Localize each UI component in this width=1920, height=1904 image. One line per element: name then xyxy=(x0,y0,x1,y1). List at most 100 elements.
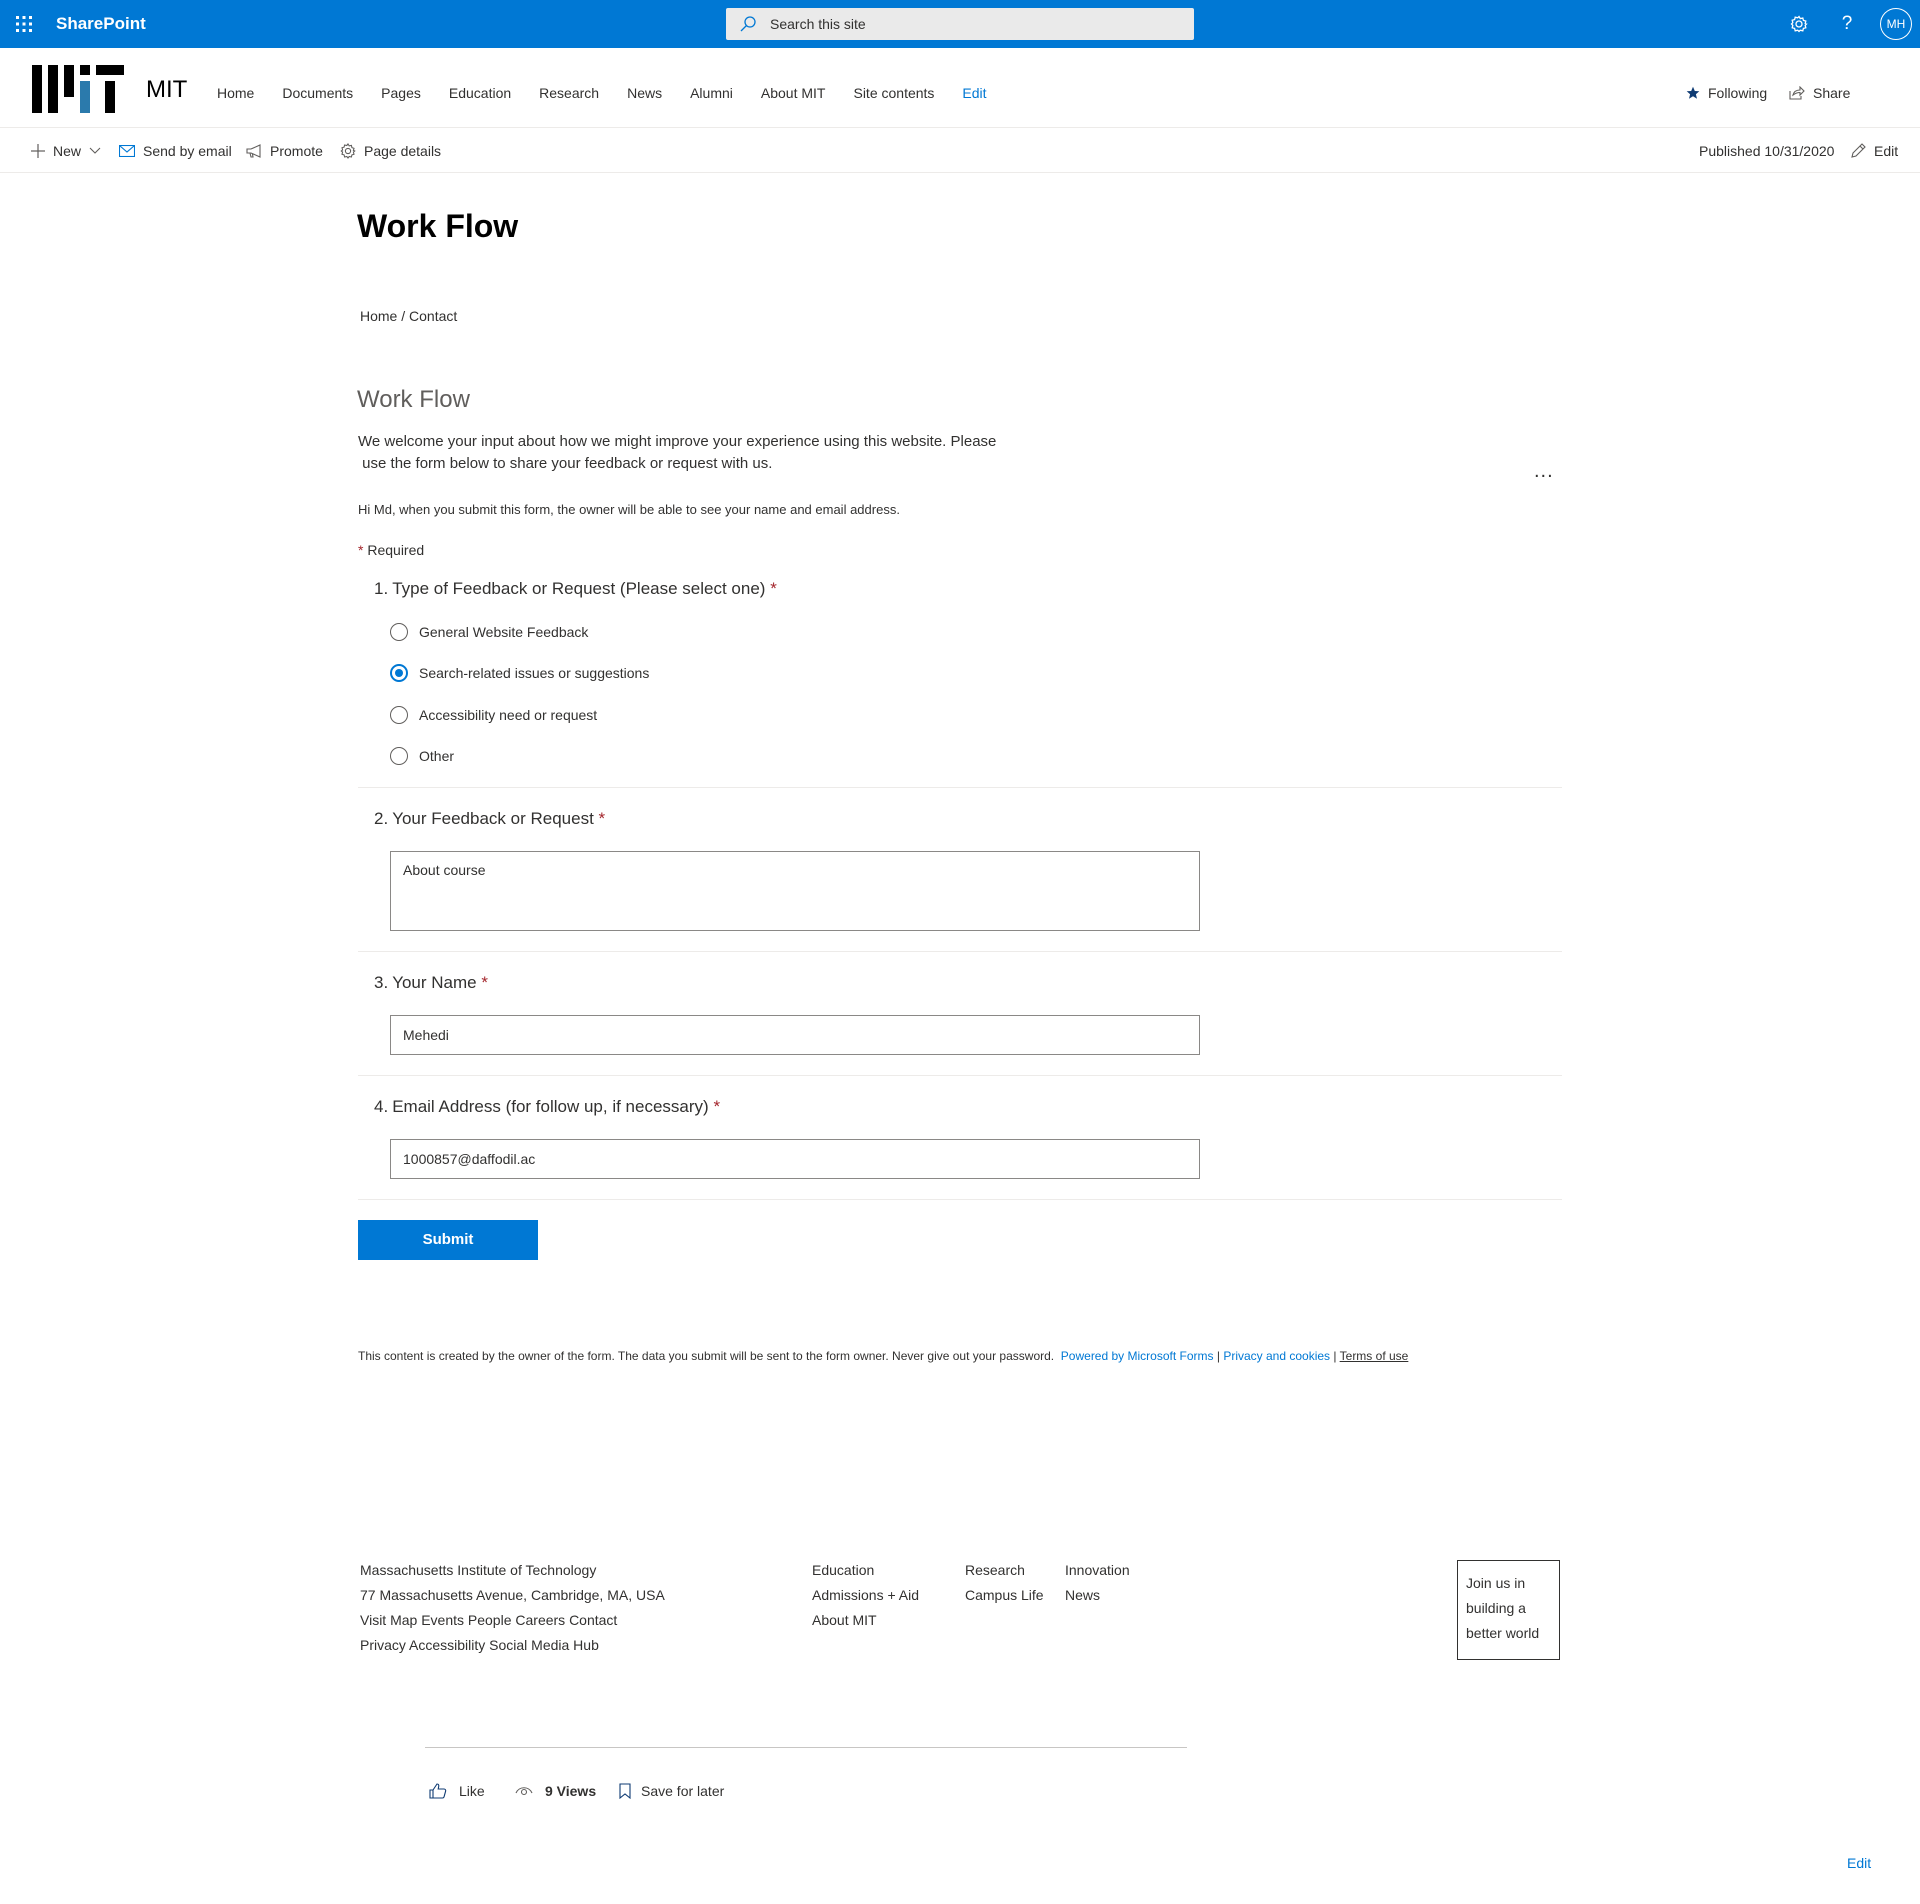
footer-link-about-mit[interactable]: About MIT xyxy=(812,1608,919,1633)
radio-option-accessibility[interactable]: Accessibility need or request xyxy=(390,704,597,726)
nav-item-news[interactable]: News xyxy=(627,85,662,101)
chevron-down-icon xyxy=(89,147,101,154)
question-2-label: 2. Your Feedback or Request * xyxy=(374,809,606,828)
eye-icon xyxy=(515,1787,533,1796)
help-icon[interactable]: ? xyxy=(1835,12,1859,36)
page-details-label: Page details xyxy=(364,143,442,159)
nav-item-about-mit[interactable]: About MIT xyxy=(761,85,826,101)
gear-icon xyxy=(340,143,356,159)
more-options-button[interactable]: ... xyxy=(1534,460,1554,483)
form-description: We welcome your input about how we might… xyxy=(358,433,997,472)
search-input[interactable]: Search this site xyxy=(726,8,1194,40)
nav-item-alumni[interactable]: Alumni xyxy=(690,85,733,101)
question-divider xyxy=(358,787,1562,788)
footer-links-row-1[interactable]: Visit Map Events People Careers Contact xyxy=(360,1608,665,1633)
footer-link-research[interactable]: Research xyxy=(965,1558,1044,1583)
required-asterisk: * xyxy=(598,809,606,828)
mit-logo[interactable] xyxy=(32,65,124,113)
megaphone-icon xyxy=(246,144,261,158)
nav-item-education[interactable]: Education xyxy=(449,85,511,101)
save-for-later-button[interactable]: Save for later xyxy=(619,1780,724,1802)
terms-link[interactable]: Terms of use xyxy=(1340,1349,1409,1363)
page-details-button[interactable]: Page details xyxy=(340,129,441,173)
search-icon xyxy=(740,16,756,32)
footer-link-innovation[interactable]: Innovation xyxy=(1065,1558,1130,1583)
edit-label: Edit xyxy=(1874,143,1899,159)
pencil-icon xyxy=(1851,143,1866,158)
footer-link-campus-life[interactable]: Campus Life xyxy=(965,1583,1044,1608)
footer-institution: Massachusetts Institute of Technology xyxy=(360,1562,597,1578)
views-count: 9 Views xyxy=(515,1780,596,1802)
question-4-label: 4. Email Address (for follow up, if neces… xyxy=(374,1097,721,1116)
required-asterisk: * xyxy=(481,973,488,992)
footer-link-admissions[interactable]: Admissions + Aid xyxy=(812,1583,919,1608)
suite-bar: SharePoint Search this site ? MH xyxy=(0,0,1920,48)
social-bar-divider xyxy=(425,1747,1187,1748)
site-header: MIT Home Documents Pages Education Resea… xyxy=(0,48,1920,128)
footer-col-research: Research Campus Life xyxy=(965,1558,1044,1608)
question-divider xyxy=(358,1199,1562,1200)
share-button[interactable]: Share xyxy=(1789,85,1850,101)
radio-option-other[interactable]: Other xyxy=(390,745,454,767)
nav-item-research[interactable]: Research xyxy=(539,85,599,101)
share-icon xyxy=(1789,86,1805,100)
app-name[interactable]: SharePoint xyxy=(56,0,146,48)
nav-item-site-contents[interactable]: Site contents xyxy=(853,85,934,101)
following-label: Following xyxy=(1708,85,1768,101)
send-by-email-button[interactable]: Send by email xyxy=(119,129,232,173)
submit-button[interactable]: Submit xyxy=(358,1220,538,1260)
question-3-label: 3. Your Name * xyxy=(374,973,488,992)
nav-item-pages[interactable]: Pages xyxy=(381,85,421,101)
footer-links-row-2[interactable]: Privacy Accessibility Social Media Hub xyxy=(360,1633,665,1658)
footer-address: Massachusetts Institute of Technology 77… xyxy=(360,1558,665,1658)
following-button[interactable]: Following xyxy=(1686,85,1767,101)
powered-by-link[interactable]: Powered by Microsoft Forms xyxy=(1061,1349,1214,1363)
footer-link-news[interactable]: News xyxy=(1065,1583,1130,1608)
new-label: New xyxy=(53,143,82,159)
radio-button[interactable] xyxy=(390,747,408,765)
site-title[interactable]: MIT xyxy=(146,76,187,104)
required-asterisk: * xyxy=(770,579,777,598)
feedback-textarea[interactable]: About course xyxy=(390,851,1200,931)
save-for-later-label: Save for later xyxy=(641,1783,725,1799)
page-title: Work Flow xyxy=(357,208,519,244)
breadcrumb[interactable]: Home / Contact xyxy=(360,308,457,324)
views-label: 9 Views xyxy=(545,1783,597,1799)
new-button[interactable]: New xyxy=(31,129,101,173)
footer-link-education[interactable]: Education xyxy=(812,1558,919,1583)
radio-button[interactable] xyxy=(390,623,408,641)
privacy-link[interactable]: Privacy and cookies xyxy=(1223,1349,1330,1363)
command-bar: New Send by email Promote Page details P… xyxy=(0,129,1920,173)
waffle-icon[interactable] xyxy=(12,12,36,36)
radio-button[interactable] xyxy=(390,706,408,724)
like-button[interactable]: Like xyxy=(429,1780,485,1802)
bookmark-icon xyxy=(619,1783,631,1799)
footer-col-education: Education Admissions + Aid About MIT xyxy=(812,1558,919,1633)
nav-edit-link[interactable]: Edit xyxy=(962,85,986,101)
nav-item-home[interactable]: Home xyxy=(217,85,254,101)
star-icon xyxy=(1686,86,1700,99)
email-input[interactable]: 1000857@daffodil.ac xyxy=(390,1139,1200,1179)
promote-button[interactable]: Promote xyxy=(246,129,323,173)
join-us-box[interactable]: Join us in building a better world xyxy=(1457,1560,1560,1660)
radio-button-selected[interactable] xyxy=(390,664,408,682)
footer-col-innovation: Innovation News xyxy=(1065,1558,1130,1608)
radio-option-general-feedback[interactable]: General Website Feedback xyxy=(390,621,588,643)
avatar[interactable]: MH xyxy=(1880,8,1912,40)
published-text: Published 10/31/2020 xyxy=(1699,143,1835,159)
published-status: Published 10/31/2020 xyxy=(1699,129,1834,173)
bottom-edit-link[interactable]: Edit xyxy=(1847,1855,1871,1871)
edit-page-button[interactable]: Edit xyxy=(1850,129,1898,173)
required-asterisk: * xyxy=(713,1097,721,1116)
nav-item-documents[interactable]: Documents xyxy=(282,85,353,101)
radio-option-search-issues[interactable]: Search-related issues or suggestions xyxy=(390,662,649,684)
mail-icon xyxy=(119,145,135,157)
question-divider xyxy=(358,1075,1562,1076)
gear-icon[interactable] xyxy=(1787,12,1811,36)
share-label: Share xyxy=(1813,85,1851,101)
footer-street: 77 Massachusetts Avenue, Cambridge, MA, … xyxy=(360,1587,665,1603)
form-disclaimer: This content is created by the owner of … xyxy=(358,1349,1409,1363)
name-input[interactable]: Mehedi xyxy=(390,1015,1200,1055)
required-label: Required xyxy=(367,542,425,558)
plus-icon xyxy=(31,144,45,158)
